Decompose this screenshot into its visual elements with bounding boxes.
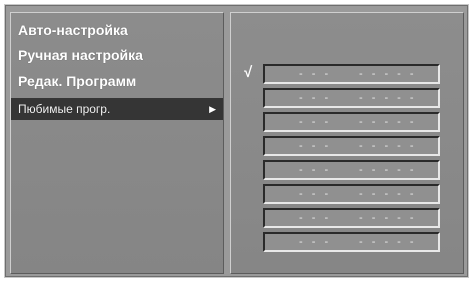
menu-item-favorite-programs[interactable]: Пюбимые прогр. ▶	[11, 98, 223, 120]
menu-item-program-edit[interactable]: Редак. Программ	[11, 70, 223, 92]
tv-osd-screen: Авто-настройка Ручная настройка Редак. П…	[4, 4, 469, 278]
favorite-slot[interactable]: - - - - - - - -	[263, 112, 440, 132]
slot-name: - - - - -	[359, 164, 417, 176]
slot-number: - - -	[299, 164, 332, 176]
slot-number: - - -	[299, 188, 332, 200]
slot-number: - - -	[299, 116, 332, 128]
slot-number: - - -	[299, 140, 332, 152]
favorite-slot[interactable]: - - - - - - - -	[263, 232, 440, 252]
slot-name: - - - - -	[359, 116, 417, 128]
slot-name: - - - - -	[359, 92, 417, 104]
slot-name: - - - - -	[359, 212, 417, 224]
arrow-right-icon: ▶	[209, 104, 216, 114]
slot-number: - - -	[299, 236, 332, 248]
menu-item-auto-tuning[interactable]: Авто-настройка	[11, 19, 223, 41]
menu-item-label: Редак. Программ	[18, 73, 137, 89]
favorite-slot[interactable]: - - - - - - - -	[263, 136, 440, 156]
favorite-slot[interactable]: - - - - - - - -	[263, 184, 440, 204]
favorites-panel: √ - - - - - - - - - - - - - - - - - - - …	[230, 12, 464, 274]
slot-number: - - -	[299, 92, 332, 104]
menu-item-label: Ручная настройка	[18, 47, 143, 63]
checkmark-icon: √	[244, 64, 253, 81]
menu-item-manual-tuning[interactable]: Ручная настройка	[11, 44, 223, 66]
menu-item-label: Пюбимые прогр.	[18, 102, 111, 116]
slot-number: - - -	[299, 212, 332, 224]
favorite-slot[interactable]: - - - - - - - -	[263, 64, 440, 84]
favorite-slot[interactable]: - - - - - - - -	[263, 208, 440, 228]
slot-name: - - - - -	[359, 68, 417, 80]
slot-name: - - - - -	[359, 188, 417, 200]
favorite-slot[interactable]: - - - - - - - -	[263, 88, 440, 108]
favorite-slot[interactable]: - - - - - - - -	[263, 160, 440, 180]
slot-name: - - - - -	[359, 236, 417, 248]
setup-menu-panel: Авто-настройка Ручная настройка Редак. П…	[10, 12, 224, 274]
slot-number: - - -	[299, 68, 332, 80]
menu-item-label: Авто-настройка	[18, 22, 128, 38]
slot-name: - - - - -	[359, 140, 417, 152]
